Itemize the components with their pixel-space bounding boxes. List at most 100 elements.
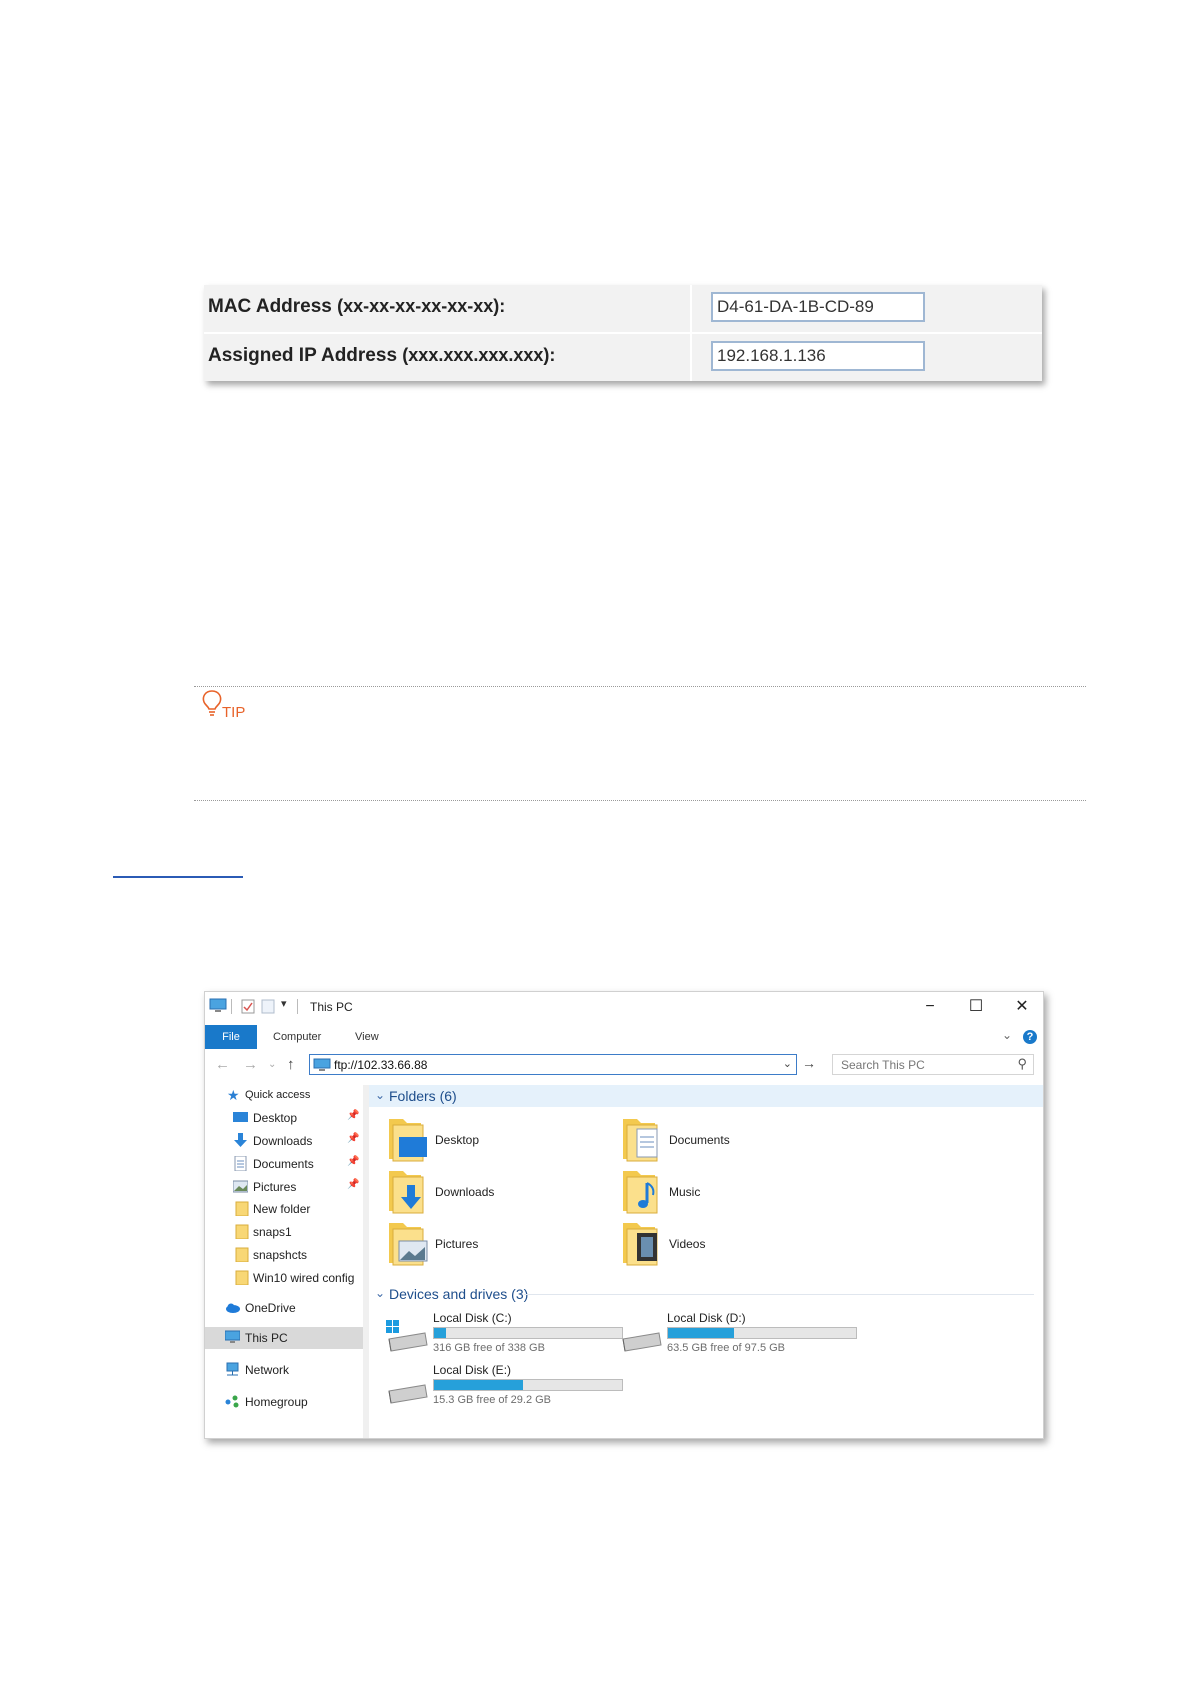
file-explorer-window: ▾ This PC − ☐ ✕ File Computer View ⌄ ? ←… [204, 991, 1044, 1439]
mac-address-label-text: MAC Address [208, 296, 332, 317]
tip-top-rule [194, 686, 1086, 687]
address-text: ftp://102.33.66.88 [334, 1058, 428, 1072]
folder-icon [235, 1247, 249, 1262]
address-bar[interactable]: ftp://102.33.66.88 ⌄ [309, 1054, 797, 1075]
sidebar-item-new-folder[interactable]: New folder [205, 1198, 363, 1220]
network-icon [226, 1362, 239, 1376]
mac-address-field[interactable]: D4-61-DA-1B-CD-89 [711, 292, 925, 322]
sidebar-item-documents[interactable]: Documents 📌 [205, 1153, 363, 1175]
tab-computer[interactable]: Computer [273, 1031, 321, 1043]
drive-tile-e[interactable]: Local Disk (E:) 15.3 GB free of 29.2 GB [385, 1363, 625, 1415]
hard-drive-icon [388, 1384, 428, 1404]
folders-group-title: Folders (6) [389, 1088, 457, 1104]
drives-group-header[interactable]: ⌄ Devices and drives (3) [369, 1283, 1043, 1305]
folder-icon [235, 1201, 249, 1216]
documents-icon [234, 1156, 247, 1171]
static-ip-binding-table: MAC Address (xx-xx-xx-xx-xx-xx): D4-61-D… [204, 285, 1042, 381]
sidebar-item-downloads[interactable]: Downloads 📌 [205, 1130, 363, 1152]
help-icon[interactable]: ? [1023, 1030, 1037, 1044]
ip-address-field[interactable]: 192.168.1.136 [711, 341, 925, 371]
expand-ribbon-icon[interactable]: ⌄ [1002, 1028, 1012, 1042]
drive-label: Local Disk (C:) [433, 1311, 512, 1325]
sidebar-item-pictures[interactable]: Pictures 📌 [205, 1176, 363, 1198]
documents-folder-icon [623, 1119, 658, 1162]
forward-arrow-icon[interactable]: → [243, 1056, 258, 1073]
sidebar-label: Desktop [253, 1111, 298, 1125]
go-arrow-icon[interactable]: → [802, 1055, 816, 1071]
search-input[interactable]: Search This PC ⚲ [832, 1054, 1034, 1075]
window-title: This PC [310, 1000, 353, 1014]
recent-locations-icon[interactable]: ⌄ [268, 1059, 276, 1070]
downloads-icon [234, 1133, 247, 1147]
ip-address-label: Assigned IP Address (xxx.xxx.xxx.xxx): [208, 345, 555, 367]
videos-folder-icon [623, 1223, 658, 1266]
folders-group-header[interactable]: ⌄ Folders (6) [369, 1085, 1043, 1107]
column-divider [690, 285, 692, 381]
drive-usage-bar [433, 1327, 623, 1339]
sidebar-item-desktop[interactable]: Desktop 📌 [205, 1107, 363, 1129]
folder-label: Pictures [435, 1237, 479, 1251]
tab-file[interactable]: File [205, 1025, 257, 1049]
pin-icon: 📌 [347, 1156, 360, 1167]
pictures-icon [233, 1180, 248, 1193]
drives-group-title: Devices and drives (3) [389, 1286, 529, 1302]
sidebar-label: Win10 wired config [253, 1271, 355, 1285]
new-folder-quick-icon[interactable] [261, 998, 275, 1014]
sidebar-item-homegroup[interactable]: Homegroup [205, 1391, 363, 1413]
drive-label: Local Disk (E:) [433, 1363, 512, 1377]
folder-tile-videos[interactable]: Videos [621, 1219, 851, 1269]
folder-tile-downloads[interactable]: Downloads [387, 1167, 617, 1217]
document-page: MAC Address (xx-xx-xx-xx-xx-xx): D4-61-D… [0, 0, 1191, 1684]
up-arrow-icon[interactable]: ↑ [287, 1056, 295, 1073]
properties-icon[interactable] [241, 998, 255, 1014]
ip-address-row: Assigned IP Address (xxx.xxx.xxx.xxx): 1… [204, 334, 1042, 381]
sidebar-label: snaps1 [253, 1225, 292, 1239]
drive-tile-d[interactable]: Local Disk (D:) 63.5 GB free of 97.5 GB [619, 1311, 859, 1363]
title-bar: ▾ This PC − ☐ ✕ [205, 992, 1043, 1022]
address-dropdown-icon[interactable]: ⌄ [783, 1057, 792, 1070]
navigation-pane: ★ Quick access Desktop 📌 Downloads 📌 Doc… [205, 1085, 363, 1438]
folder-label: Videos [669, 1237, 706, 1251]
mac-address-row: MAC Address (xx-xx-xx-xx-xx-xx): D4-61-D… [204, 285, 1042, 334]
section-heading-underline [113, 876, 243, 878]
system-drive-icon [386, 1320, 428, 1352]
chevron-down-icon: ⌄ [375, 1286, 386, 1300]
folder-label: Desktop [435, 1133, 480, 1147]
sidebar-label: Quick access [245, 1089, 311, 1101]
drive-usage-fill [668, 1328, 734, 1338]
drive-free-space: 316 GB free of 338 GB [433, 1342, 545, 1354]
drive-tile-c[interactable]: Local Disk (C:) 316 GB free of 338 GB [385, 1311, 625, 1363]
sidebar-item-quick-access[interactable]: ★ Quick access [205, 1085, 363, 1107]
drive-free-space: 63.5 GB free of 97.5 GB [667, 1342, 786, 1354]
ribbon-tabs: File Computer View ⌄ ? [205, 1022, 1043, 1049]
star-icon: ★ [227, 1087, 240, 1103]
sidebar-item-network[interactable]: Network [205, 1359, 363, 1381]
close-icon[interactable]: ✕ [1007, 996, 1037, 1018]
tip-bottom-rule [194, 800, 1086, 801]
pin-icon: 📌 [347, 1133, 360, 1144]
navigation-bar: ← → ⌄ ↑ ftp://102.33.66.88 ⌄ → Search Th… [205, 1049, 1043, 1083]
sidebar-item-win10-wired-config[interactable]: Win10 wired config [205, 1267, 363, 1289]
folder-tile-music[interactable]: Music [621, 1167, 851, 1217]
folder-tile-desktop[interactable]: Desktop [387, 1115, 617, 1165]
drive-usage-fill [434, 1328, 447, 1338]
sidebar-label: Documents [253, 1157, 314, 1171]
minimize-icon[interactable]: − [915, 996, 945, 1018]
folder-tile-pictures[interactable]: Pictures [387, 1219, 617, 1269]
customize-toolbar-icon[interactable]: ▾ [281, 997, 287, 1010]
sidebar-item-onedrive[interactable]: OneDrive [205, 1297, 363, 1319]
drive-usage-bar [667, 1327, 857, 1339]
tab-view[interactable]: View [355, 1031, 379, 1043]
back-arrow-icon[interactable]: ← [215, 1056, 230, 1073]
sidebar-item-snapshcts[interactable]: snapshcts [205, 1244, 363, 1266]
this-pc-icon [209, 998, 227, 1012]
sidebar-item-snaps1[interactable]: snaps1 [205, 1221, 363, 1243]
drive-usage-fill [434, 1380, 524, 1390]
sidebar-item-this-pc[interactable]: This PC [205, 1327, 363, 1349]
homegroup-icon [225, 1395, 239, 1408]
ip-address-label-text: Assigned IP Address [208, 345, 398, 366]
this-pc-icon [313, 1058, 331, 1071]
maximize-icon[interactable]: ☐ [961, 996, 991, 1018]
folder-tile-documents[interactable]: Documents [621, 1115, 851, 1165]
drive-usage-bar [433, 1379, 623, 1391]
